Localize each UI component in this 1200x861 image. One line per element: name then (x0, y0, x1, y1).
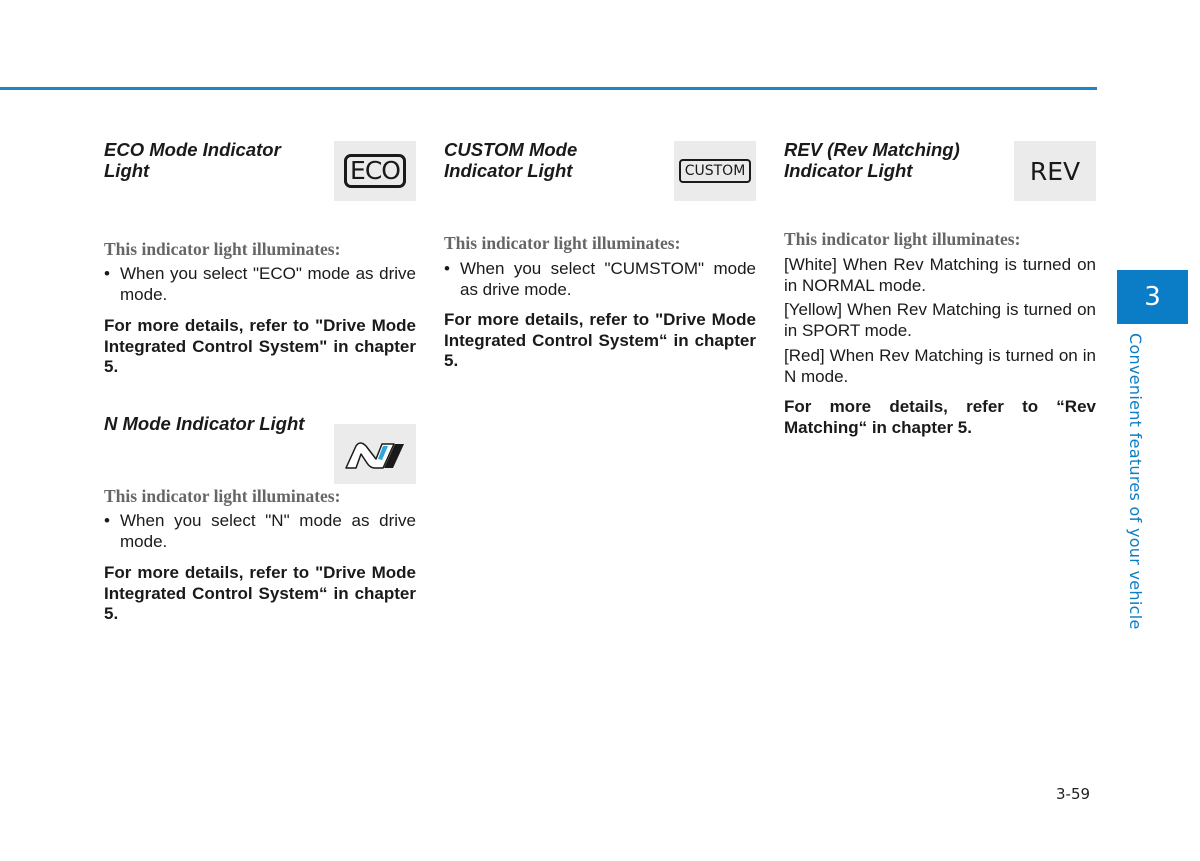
rev-item-white: [White] When Rev Matching is turned on i… (784, 255, 1096, 295)
eco-heading-line2: Light (104, 160, 150, 181)
rev-heading-line2: Indicator Light (784, 160, 913, 181)
column-eco-n: ECO Mode Indicator Light ECO This indica… (104, 0, 416, 861)
n-mode-details: For more details, refer to "Drive Mode I… (104, 563, 416, 623)
n-mode-bullet: When you select "N" mode as drive mode. (104, 511, 416, 552)
eco-heading-line1: ECO Mode Indicator (104, 139, 281, 160)
custom-heading-line1: CUSTOM Mode (444, 139, 578, 160)
page-number: 3-59 (1056, 785, 1091, 803)
eco-heading: ECO Mode Indicator Light (104, 139, 324, 181)
rev-heading-line1: REV (Rev Matching) (784, 139, 960, 160)
eco-bullet: When you select "ECO" mode as drive mode… (104, 264, 416, 305)
custom-bullet: When you select "CUMSTOM" mode as drive … (444, 259, 756, 300)
custom-heading: CUSTOM Mode Indicator Light (444, 139, 664, 181)
eco-badge: ECO (344, 154, 406, 188)
n-logo-icon (345, 442, 404, 469)
rev-item-red: [Red] When Rev Matching is turned on in … (784, 346, 1096, 386)
custom-illuminates-label: This indicator light illuminates: (444, 233, 681, 253)
rev-indicator-icon: REV (1014, 141, 1096, 201)
rev-illuminates-label: This indicator light illuminates: (784, 229, 1021, 249)
chapter-tab[interactable]: 3 (1117, 270, 1188, 324)
rev-label: REV (1029, 156, 1081, 186)
column-rev: REV (Rev Matching) Indicator Light REV T… (784, 0, 1096, 861)
custom-heading-line2: Indicator Light (444, 160, 573, 181)
eco-illuminates-label: This indicator light illuminates: (104, 239, 341, 259)
rev-details: For more details, refer to “Rev Matching… (784, 397, 1096, 437)
n-mode-indicator-icon (334, 424, 416, 484)
eco-indicator-icon: ECO (334, 141, 416, 201)
column-custom: CUSTOM Mode Indicator Light CUSTOM This … (444, 0, 756, 861)
rev-item-yellow: [Yellow] When Rev Matching is turned on … (784, 300, 1096, 340)
n-mode-illuminates-label: This indicator light illuminates: (104, 486, 341, 506)
chapter-number: 3 (1144, 282, 1161, 312)
rev-heading: REV (Rev Matching) Indicator Light (784, 139, 1004, 181)
chapter-title: Convenient features of your vehicle (1126, 333, 1145, 630)
custom-badge: CUSTOM (678, 159, 752, 183)
custom-details: For more details, refer to "Drive Mode I… (444, 310, 756, 370)
eco-details: For more details, refer to "Drive Mode I… (104, 316, 416, 376)
custom-indicator-icon: CUSTOM (674, 141, 756, 201)
n-mode-heading: N Mode Indicator Light (104, 413, 305, 434)
